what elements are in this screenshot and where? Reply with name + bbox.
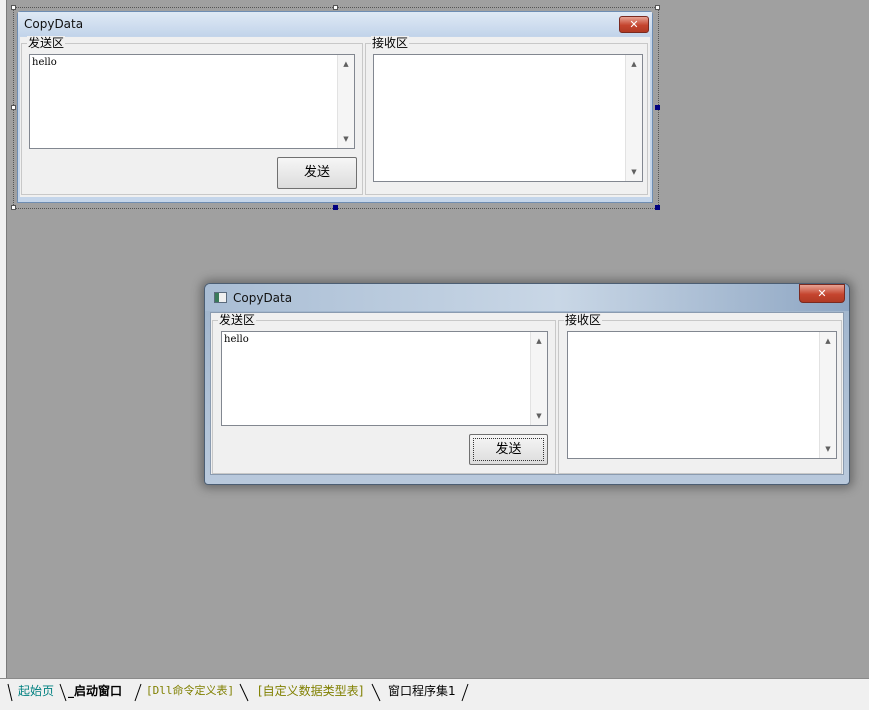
resize-handle-ml xyxy=(11,105,16,110)
scroll-down-icon[interactable]: ▼ xyxy=(531,411,547,421)
send-button[interactable]: 发送 xyxy=(277,157,357,189)
recv-scrollbar[interactable]: ▲ ▼ xyxy=(819,332,836,458)
resize-handle-bm[interactable] xyxy=(333,205,338,210)
canvas-left-edge xyxy=(0,0,7,678)
tab-sep-3 xyxy=(239,683,249,702)
send-group: 发送区 hello ▲ ▼ 发送 xyxy=(212,313,556,474)
recv-group-label: 接收区 xyxy=(564,313,603,327)
tab-sep-4 xyxy=(371,683,381,702)
runtime-titlebar[interactable]: CopyData ✕ xyxy=(205,284,849,311)
focus-rect xyxy=(473,438,544,461)
runtime-window-title: CopyData xyxy=(233,291,293,305)
design-titlebar[interactable]: CopyData ✕ xyxy=(18,12,652,36)
runtime-client: 发送区 hello ▲ ▼ 发送 接收区 ▲ ▼ xyxy=(210,312,844,475)
tab-window-assembly[interactable]: 窗口程序集1 xyxy=(388,683,456,699)
design-client: 发送区 hello ▲ ▼ 发送 接收区 ▲ ▼ xyxy=(20,36,650,197)
scroll-up-icon[interactable]: ▲ xyxy=(626,59,642,69)
resize-handle-bl xyxy=(11,205,16,210)
scroll-down-icon[interactable]: ▼ xyxy=(820,444,836,454)
scroll-up-icon[interactable]: ▲ xyxy=(820,336,836,346)
tab-start-page[interactable]: 起始页 xyxy=(18,683,54,699)
window-icon xyxy=(214,292,227,303)
recv-textbox[interactable]: ▲ ▼ xyxy=(373,54,643,182)
tab-sep-5 xyxy=(461,683,469,702)
tab-sep-2 xyxy=(134,683,142,702)
send-group-label: 发送区 xyxy=(218,313,257,327)
send-text: hello xyxy=(224,334,249,345)
send-button[interactable]: 发送 xyxy=(469,434,548,465)
send-scrollbar[interactable]: ▲ ▼ xyxy=(337,55,354,148)
tab-sep-1 xyxy=(59,683,67,702)
recv-group: 接收区 ▲ ▼ xyxy=(365,36,648,195)
design-window-title: CopyData xyxy=(24,17,84,31)
resize-handle-tm xyxy=(333,5,338,10)
send-textbox[interactable]: hello ▲ ▼ xyxy=(29,54,355,149)
scroll-up-icon[interactable]: ▲ xyxy=(338,59,354,69)
send-group: 发送区 hello ▲ ▼ 发送 xyxy=(21,36,363,195)
tab-startup-window[interactable]: _启动窗口 xyxy=(68,683,122,699)
recv-group: 接收区 ▲ ▼ xyxy=(558,313,842,474)
runtime-window[interactable]: CopyData ✕ 发送区 hello ▲ ▼ 发送 接收区 ▲ ▼ xyxy=(204,283,850,485)
send-group-label: 发送区 xyxy=(27,36,66,50)
send-textbox[interactable]: hello ▲ ▼ xyxy=(221,331,548,426)
resize-handle-mr[interactable] xyxy=(655,105,660,110)
recv-group-label: 接收区 xyxy=(371,36,410,50)
recv-scrollbar[interactable]: ▲ ▼ xyxy=(625,55,642,181)
send-scrollbar[interactable]: ▲ ▼ xyxy=(530,332,547,425)
resize-handle-tl xyxy=(11,5,16,10)
scroll-down-icon[interactable]: ▼ xyxy=(338,134,354,144)
recv-textbox[interactable]: ▲ ▼ xyxy=(567,331,837,459)
scroll-up-icon[interactable]: ▲ xyxy=(531,336,547,346)
tab-dll-commands[interactable]: [Dll命令定义表] xyxy=(146,683,234,699)
tab-bar: 起始页 _启动窗口 [Dll命令定义表] [自定义数据类型表] 窗口程序集1 xyxy=(0,678,869,710)
close-icon[interactable]: ✕ xyxy=(799,284,845,303)
scroll-down-icon[interactable]: ▼ xyxy=(626,167,642,177)
resize-handle-br[interactable] xyxy=(655,205,660,210)
design-window[interactable]: CopyData ✕ 发送区 hello ▲ ▼ 发送 接收区 ▲ ▼ xyxy=(17,11,653,203)
send-text: hello xyxy=(32,57,57,68)
close-icon[interactable]: ✕ xyxy=(619,16,649,33)
tab-sep-0 xyxy=(7,683,13,702)
tab-custom-types[interactable]: [自定义数据类型表] xyxy=(258,683,363,699)
resize-handle-tr xyxy=(655,5,660,10)
